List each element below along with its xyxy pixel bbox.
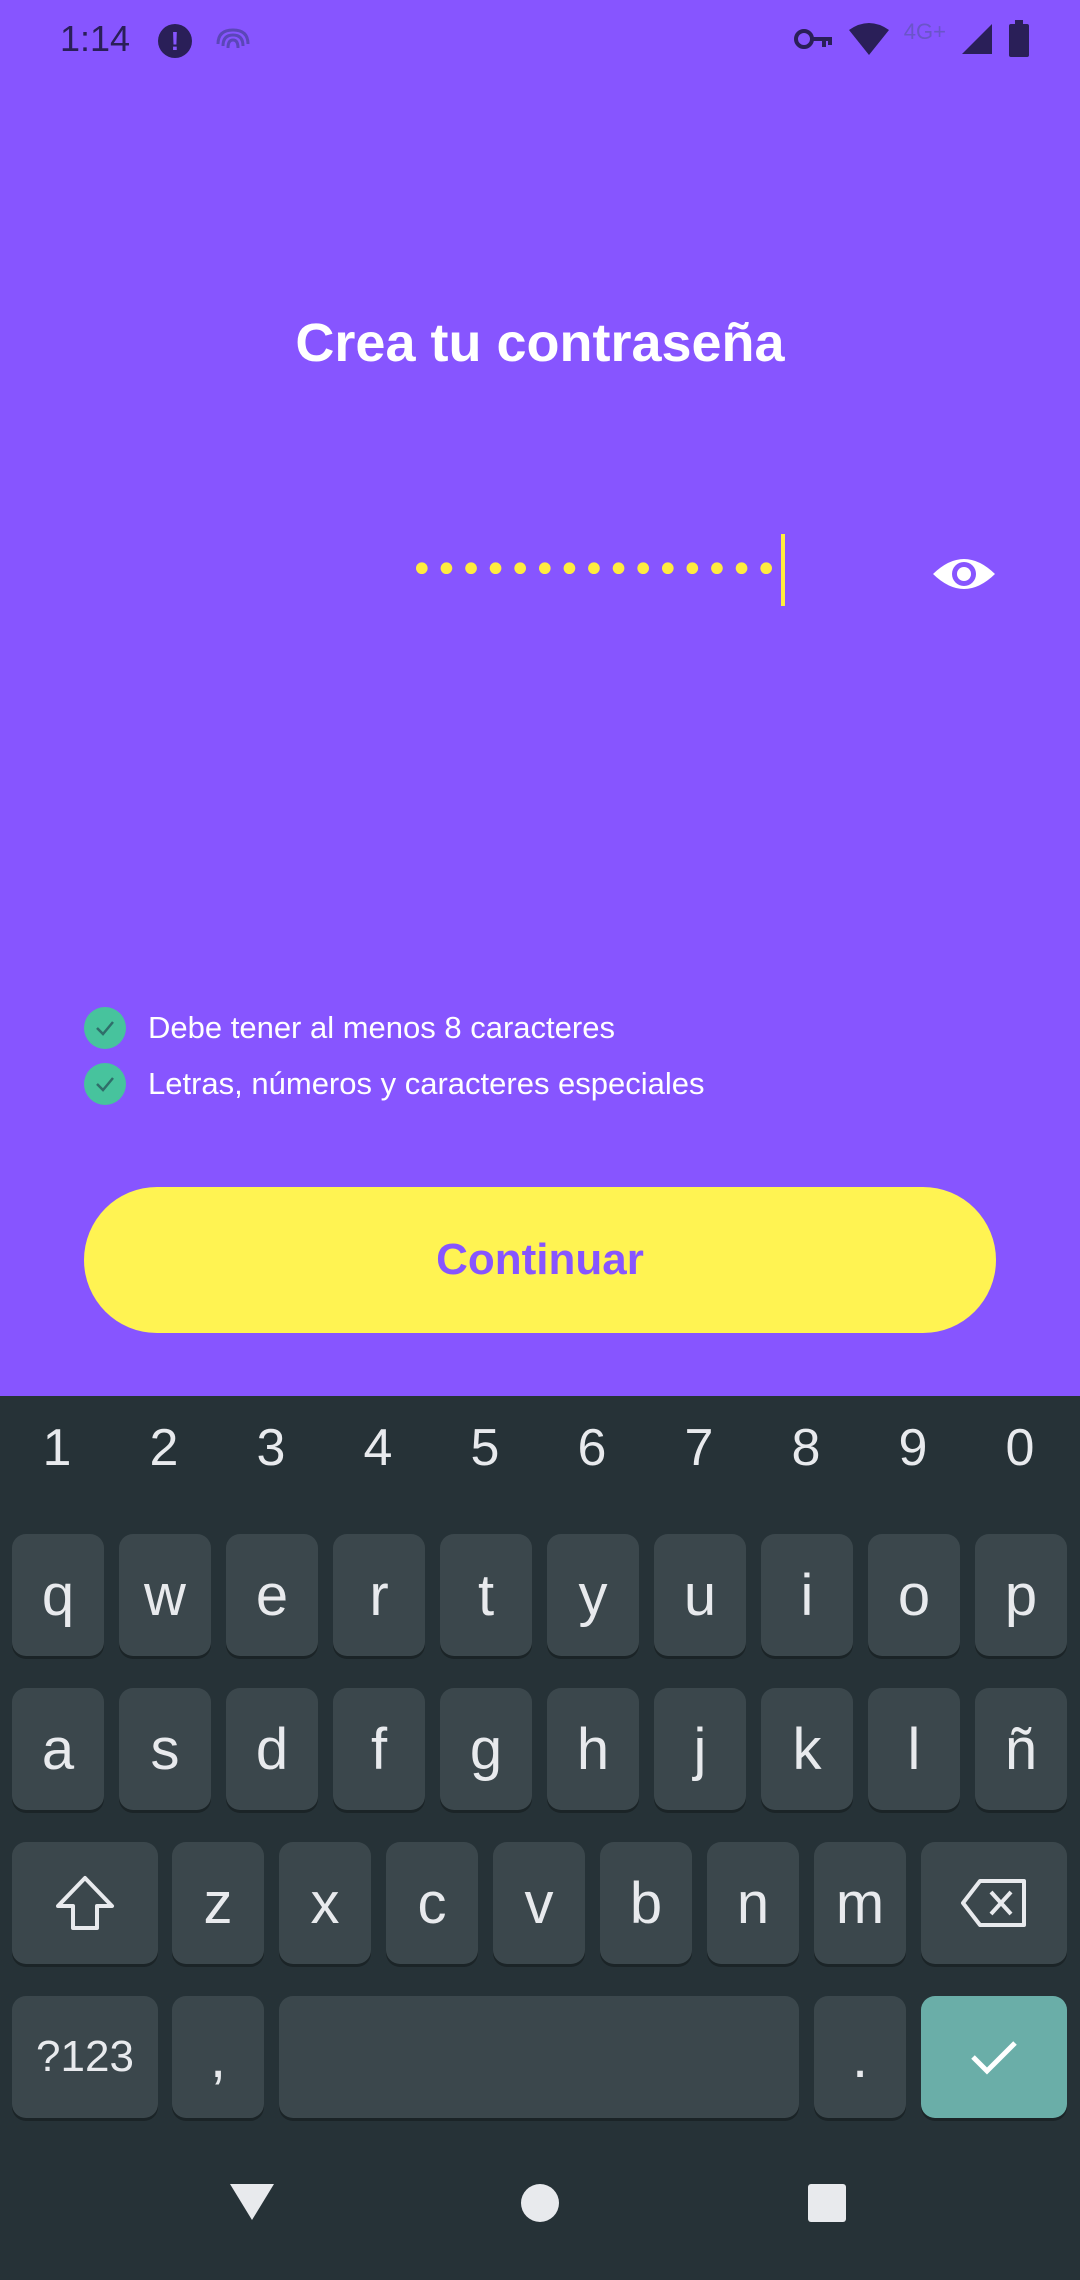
check-icon <box>84 1007 126 1049</box>
number-row: 1 2 3 4 5 6 7 8 9 0 <box>0 1418 1080 1488</box>
status-bar: 1:14 ! 4G+ <box>0 0 1080 80</box>
key-6[interactable]: 6 <box>562 1418 622 1478</box>
password-requirements: Debe tener al menos 8 caracteres Letras,… <box>84 1000 705 1112</box>
requirement-text: Debe tener al menos 8 caracteres <box>148 1010 615 1045</box>
key-q[interactable]: q <box>12 1534 104 1656</box>
key-m[interactable]: m <box>814 1842 906 1964</box>
key-comma[interactable]: , <box>172 1996 264 2118</box>
key-0[interactable]: 0 <box>990 1418 1050 1478</box>
key-3[interactable]: 3 <box>241 1418 301 1478</box>
key-2[interactable]: 2 <box>134 1418 194 1478</box>
key-icon <box>793 29 832 49</box>
key-l[interactable]: l <box>868 1688 960 1810</box>
key-w[interactable]: w <box>119 1534 211 1656</box>
key-a[interactable]: a <box>12 1688 104 1810</box>
network-type: 4G+ <box>903 19 946 44</box>
key-y[interactable]: y <box>547 1534 639 1656</box>
fingerprint-icon <box>216 28 250 49</box>
key-g[interactable]: g <box>440 1688 532 1810</box>
signal-icon <box>962 24 992 54</box>
wifi-icon <box>848 23 889 55</box>
key-z[interactable]: z <box>172 1842 264 1964</box>
shift-button[interactable] <box>12 1842 158 1964</box>
key-h[interactable]: h <box>547 1688 639 1810</box>
symbols-key[interactable]: ?123 <box>12 1996 158 2118</box>
nav-home-icon[interactable] <box>519 2182 561 2224</box>
continue-button[interactable]: Continuar <box>84 1187 996 1333</box>
nav-recents-icon[interactable] <box>806 2182 848 2224</box>
key-1[interactable]: 1 <box>27 1418 87 1478</box>
key-u[interactable]: u <box>654 1534 746 1656</box>
key-n[interactable]: n <box>707 1842 799 1964</box>
key-d[interactable]: d <box>226 1688 318 1810</box>
key-8[interactable]: 8 <box>776 1418 836 1478</box>
alert-icon: ! <box>158 24 192 58</box>
nav-back-icon[interactable] <box>228 2182 276 2222</box>
key-o[interactable]: o <box>868 1534 960 1656</box>
toggle-visibility-button[interactable] <box>920 538 1008 610</box>
text-caret <box>780 534 785 606</box>
check-icon <box>84 1063 126 1105</box>
key-f[interactable]: f <box>333 1688 425 1810</box>
key-x[interactable]: x <box>279 1842 371 1964</box>
key-4[interactable]: 4 <box>348 1418 408 1478</box>
page-title: Crea tu contraseña <box>295 313 785 373</box>
key-t[interactable]: t <box>440 1534 532 1656</box>
status-time: 1:14 <box>60 18 131 59</box>
key-p[interactable]: p <box>975 1534 1067 1656</box>
key-s[interactable]: s <box>119 1688 211 1810</box>
navigation-bar <box>0 2130 1080 2280</box>
key-b[interactable]: b <box>600 1842 692 1964</box>
symbols-label: ?123 <box>36 2032 134 2081</box>
password-value: ••••••••••••••• <box>410 547 779 593</box>
requirement-item: Letras, números y caracteres especiales <box>84 1056 705 1112</box>
key-enye[interactable]: ñ <box>975 1688 1067 1810</box>
eye-icon <box>933 559 995 589</box>
done-button[interactable] <box>921 1996 1067 2118</box>
shift-icon <box>56 1876 114 1930</box>
key-r[interactable]: r <box>333 1534 425 1656</box>
backspace-icon <box>961 1879 1026 1927</box>
space-bar[interactable] <box>279 1996 799 2118</box>
battery-icon <box>1009 20 1029 57</box>
key-j[interactable]: j <box>654 1688 746 1810</box>
requirement-text: Letras, números y caracteres especiales <box>148 1066 705 1101</box>
key-c[interactable]: c <box>386 1842 478 1964</box>
key-v[interactable]: v <box>493 1842 585 1964</box>
done-check-icon <box>971 2041 1017 2075</box>
key-period[interactable]: . <box>814 1996 906 2118</box>
key-i[interactable]: i <box>761 1534 853 1656</box>
key-5[interactable]: 5 <box>455 1418 515 1478</box>
backspace-button[interactable] <box>921 1842 1067 1964</box>
password-input[interactable]: ••••••••••••••• <box>410 530 785 610</box>
key-9[interactable]: 9 <box>883 1418 943 1478</box>
requirement-item: Debe tener al menos 8 caracteres <box>84 1000 705 1056</box>
key-k[interactable]: k <box>761 1688 853 1810</box>
key-7[interactable]: 7 <box>669 1418 729 1478</box>
keyboard: 1 2 3 4 5 6 7 8 9 0 q w e r t y u i o p … <box>0 1396 1080 2130</box>
key-e[interactable]: e <box>226 1534 318 1656</box>
